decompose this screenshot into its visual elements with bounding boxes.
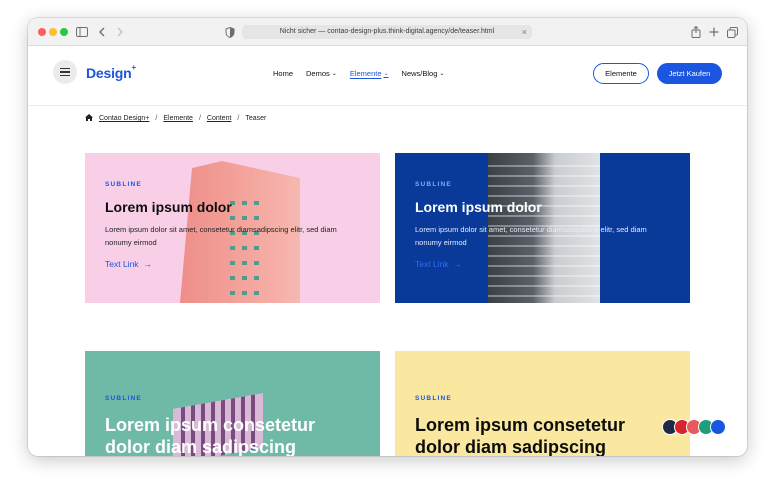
card-text-link[interactable]: Text Link →	[415, 259, 675, 269]
hamburger-icon	[60, 68, 70, 70]
elemente-button[interactable]: Elemente	[593, 63, 649, 84]
card-body: Lorem ipsum dolor sit amet, consetetur d…	[415, 225, 647, 247]
nav-item-home[interactable]: Home	[273, 69, 293, 78]
breadcrumb-link-content[interactable]: Content	[207, 115, 232, 122]
zoom-window-button[interactable]	[60, 28, 68, 36]
nav-item-elemente[interactable]: Elemente ⌄	[350, 69, 389, 78]
card-subline: SUBLINE	[105, 395, 142, 402]
color-swatch-blue[interactable]	[710, 419, 726, 435]
new-tab-icon[interactable]	[708, 24, 720, 40]
chevron-down-icon: ⌄	[439, 71, 445, 77]
card-title: Lorem ipsum consetetur dolor diam sadips…	[415, 415, 626, 456]
teaser-card-blue[interactable]: SUBLINE Lorem ipsum dolor Lorem ipsum do…	[395, 153, 690, 303]
browser-toolbar: Nicht sicher — contao-design-plus.think-…	[28, 18, 747, 46]
share-icon[interactable]	[690, 24, 702, 40]
tab-overview-icon[interactable]	[726, 24, 738, 40]
clear-url-icon[interactable]: ×	[522, 25, 527, 39]
teaser-card-yellow[interactable]: SUBLINE Lorem ipsum consetetur dolor dia…	[395, 351, 690, 456]
teaser-card-teal[interactable]: SUBLINE Lorem ipsum consetetur dolor dia…	[85, 351, 380, 456]
card-title: Lorem ipsum consetetur dolor diam sadips…	[105, 415, 316, 456]
breadcrumb-link-elemente[interactable]: Elemente	[163, 115, 193, 122]
address-bar-text: Nicht sicher — contao-design-plus.think-…	[279, 28, 495, 35]
breadcrumb: Contao Design+ / Elemente / Content / Te…	[85, 114, 266, 123]
browser-window: Nicht sicher — contao-design-plus.think-…	[28, 18, 747, 456]
privacy-shield-icon[interactable]	[224, 24, 236, 40]
nav-item-demos[interactable]: Demos ⌄	[306, 69, 337, 78]
hamburger-menu-button[interactable]	[53, 60, 77, 84]
arrow-right-icon: →	[453, 259, 463, 269]
card-body: Lorem ipsum dolor sit amet, consetetur d…	[105, 225, 337, 247]
card-text-link[interactable]: Text Link →	[105, 259, 365, 269]
breadcrumb-link-home[interactable]: Contao Design+	[99, 115, 149, 122]
card-subline: SUBLINE	[105, 181, 142, 188]
back-icon[interactable]	[96, 24, 108, 40]
nav-item-news-blog[interactable]: News/Blog ⌄	[402, 69, 445, 78]
home-icon	[85, 114, 93, 123]
card-title: Lorem ipsum dolor	[415, 199, 542, 215]
teaser-card-pink[interactable]: SUBLINE Lorem ipsum dolor Lorem ipsum do…	[85, 153, 380, 303]
minimize-window-button[interactable]	[49, 28, 57, 36]
chevron-down-icon: ⌄	[331, 71, 337, 77]
buy-now-button[interactable]: Jetzt Kaufen	[657, 63, 722, 84]
color-switcher	[662, 419, 726, 435]
sidebar-icon[interactable]	[75, 24, 89, 40]
breadcrumb-current: Teaser	[245, 115, 267, 122]
chevron-down-icon: ⌄	[383, 71, 389, 77]
close-window-button[interactable]	[38, 28, 46, 36]
site-header: Design+ Home Demos ⌄ Elemente ⌄ News/Blo…	[28, 46, 747, 106]
card-subline: SUBLINE	[415, 181, 452, 188]
site-logo[interactable]: Design+	[86, 63, 136, 81]
address-bar[interactable]: Nicht sicher — contao-design-plus.think-…	[242, 25, 532, 39]
arrow-right-icon: →	[143, 259, 153, 269]
card-title: Lorem ipsum dolor	[105, 199, 232, 215]
main-navigation: Home Demos ⌄ Elemente ⌄ News/Blog ⌄	[273, 69, 444, 78]
forward-icon[interactable]	[114, 24, 126, 40]
card-subline: SUBLINE	[415, 395, 452, 402]
